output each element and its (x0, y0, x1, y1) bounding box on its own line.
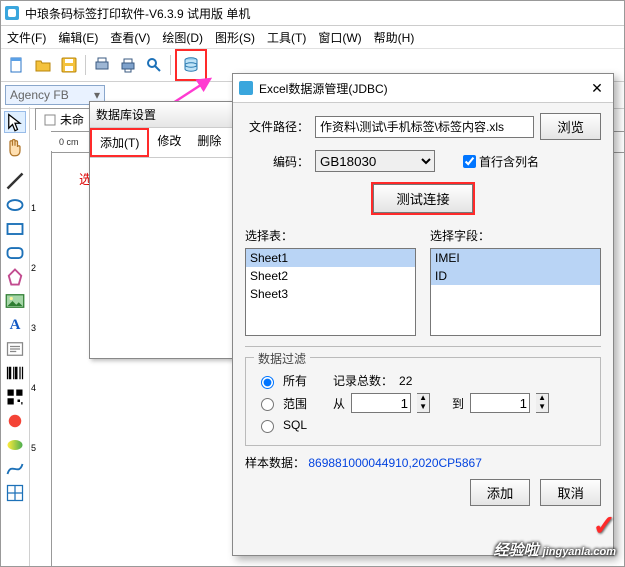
firstrow-checkbox[interactable] (463, 155, 476, 168)
list-item[interactable]: ID (431, 267, 600, 285)
radio-range[interactable] (261, 398, 274, 411)
curve-tool-icon[interactable] (5, 459, 25, 479)
list-item[interactable]: IMEI (431, 249, 600, 267)
cancel-button[interactable]: 取消 (540, 479, 601, 506)
db-settings-popup: 数据库设置 添加(T) 修改 删除 (89, 101, 241, 359)
database-icon[interactable] (179, 53, 203, 77)
print-setup-icon[interactable] (90, 53, 114, 77)
from-label: 从 (333, 395, 345, 412)
save-icon[interactable] (57, 53, 81, 77)
ellipse-tool-icon[interactable] (5, 195, 25, 215)
radio-all-label: 所有 (283, 372, 307, 389)
print-icon[interactable] (116, 53, 140, 77)
menu-view[interactable]: 查看(V) (110, 29, 150, 46)
fill-tool-icon[interactable] (5, 411, 25, 431)
menu-shape[interactable]: 图形(S) (215, 29, 255, 46)
document-tab-label: 未命 (60, 111, 84, 128)
filter-group-title: 数据过滤 (254, 350, 310, 367)
field-label: 选择字段： (430, 227, 601, 244)
field-listbox[interactable]: IMEI ID (430, 248, 601, 336)
db-modify-button[interactable]: 修改 (149, 128, 189, 157)
table-label: 选择表： (245, 227, 416, 244)
radio-all[interactable] (261, 376, 274, 389)
list-item[interactable]: Sheet3 (246, 285, 415, 303)
dialog-icon (239, 81, 253, 95)
menu-file[interactable]: 文件(F) (7, 29, 46, 46)
ok-button[interactable]: 添加 (470, 479, 531, 506)
app-icon (5, 6, 19, 20)
browse-button[interactable]: 浏览 (540, 113, 601, 140)
to-spinner[interactable]: ▲▼ (536, 393, 549, 413)
path-input[interactable] (315, 116, 534, 138)
menu-bar: 文件(F) 编辑(E) 查看(V) 绘图(D) 图形(S) 工具(T) 窗口(W… (1, 26, 624, 49)
grid-tool-icon[interactable] (5, 483, 25, 503)
count-label: 记录总数： (333, 372, 393, 389)
window-titlebar: 中琅条码标签打印软件-V6.3.9 试用版 单机 (1, 1, 624, 26)
text-tool-icon[interactable]: A (5, 315, 25, 335)
left-toolbox: A (1, 107, 30, 566)
menu-window[interactable]: 窗口(W) (318, 29, 361, 46)
polygon-tool-icon[interactable] (5, 267, 25, 287)
to-input[interactable] (470, 393, 530, 413)
excel-datasource-dialog: Excel数据源管理(JDBC) ✕ 文件路径： 浏览 编码： GB18030 … (232, 73, 614, 556)
from-input[interactable] (351, 393, 411, 413)
close-icon[interactable]: ✕ (587, 80, 607, 97)
radio-sql-label: SQL (283, 418, 307, 432)
rect-tool-icon[interactable] (5, 219, 25, 239)
new-icon[interactable] (5, 53, 29, 77)
path-label: 文件路径： (245, 118, 309, 135)
list-item[interactable]: Sheet1 (246, 249, 415, 267)
gradient-tool-icon[interactable] (5, 435, 25, 455)
table-listbox[interactable]: Sheet1 Sheet2 Sheet3 (245, 248, 416, 336)
ruler-zero: 0 cm (59, 137, 79, 147)
line-tool-icon[interactable] (5, 171, 25, 191)
dialog-header: Excel数据源管理(JDBC) ✕ (233, 74, 613, 103)
menu-tool[interactable]: 工具(T) (267, 29, 306, 46)
menu-edit[interactable]: 编辑(E) (58, 29, 98, 46)
dialog-title: Excel数据源管理(JDBC) (259, 80, 388, 97)
watermark-check-icon: ✓ (593, 509, 616, 542)
document-tab[interactable]: 未命 (35, 108, 93, 130)
barcode-tool-icon[interactable] (5, 363, 25, 383)
watermark: 经验啦 jingyanla.com (493, 539, 616, 560)
test-button-highlight: 测试连接 (371, 182, 474, 215)
hand-tool-icon[interactable] (5, 137, 25, 157)
zoom-icon[interactable] (142, 53, 166, 77)
pointer-tool-icon[interactable] (4, 111, 26, 133)
list-item[interactable]: Sheet2 (246, 267, 415, 285)
sample-value: 869881000044910,2020CP5867 (308, 456, 482, 470)
qrcode-tool-icon[interactable] (5, 387, 25, 407)
db-add-highlight: 添加(T) (90, 128, 149, 157)
open-icon[interactable] (31, 53, 55, 77)
to-label: 到 (452, 395, 464, 412)
from-spinner[interactable]: ▲▼ (417, 393, 430, 413)
db-settings-title: 数据库设置 (90, 102, 240, 128)
db-add-button[interactable]: 添加(T) (100, 134, 139, 151)
ruler-vertical: 1 2 3 4 5 (29, 151, 52, 566)
window-title: 中琅条码标签打印软件-V6.3.9 试用版 单机 (25, 5, 250, 22)
filter-group: 数据过滤 所有 记录总数： 22 范围 从 ▲▼ 到 ▲▼ (245, 357, 601, 446)
image-tool-icon[interactable] (5, 291, 25, 311)
richtext-tool-icon[interactable] (5, 339, 25, 359)
menu-help[interactable]: 帮助(H) (374, 29, 415, 46)
radio-range-label: 范围 (283, 395, 307, 412)
sample-label: 样本数据： (245, 456, 305, 470)
menu-draw[interactable]: 绘图(D) (162, 29, 203, 46)
font-combo-value: Agency FB (10, 88, 69, 102)
encoding-label: 编码： (245, 153, 309, 170)
roundrect-tool-icon[interactable] (5, 243, 25, 263)
chevron-down-icon: ▾ (94, 88, 100, 102)
count-value: 22 (399, 374, 412, 388)
encoding-select[interactable]: GB18030 (315, 150, 435, 172)
test-connection-button[interactable]: 测试连接 (373, 184, 472, 213)
radio-sql[interactable] (261, 420, 274, 433)
db-delete-button[interactable]: 删除 (189, 128, 229, 157)
firstrow-label: 首行含列名 (479, 153, 539, 170)
